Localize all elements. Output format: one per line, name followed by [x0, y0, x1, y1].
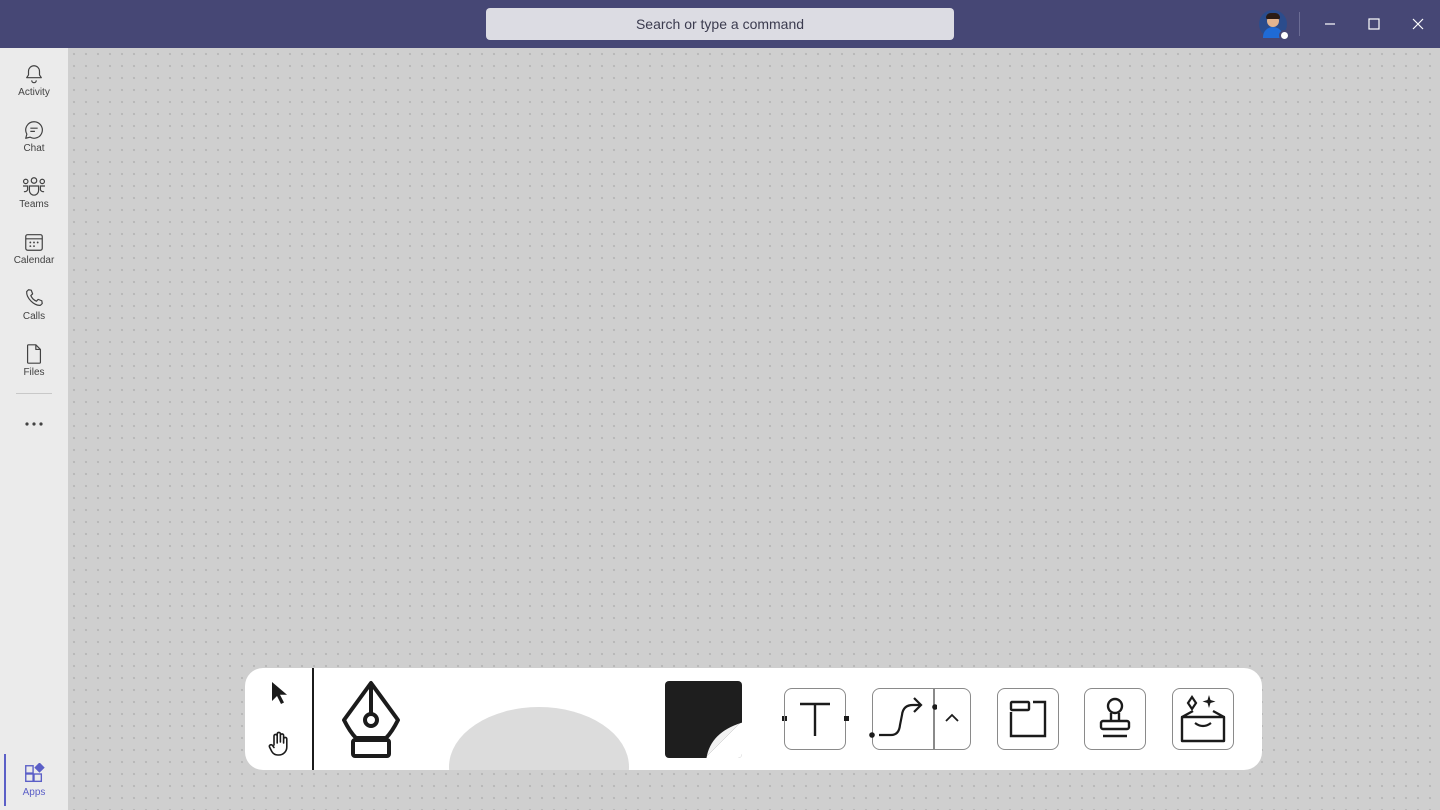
text-handle-right	[844, 716, 849, 721]
rail-item-label: Calendar	[13, 254, 55, 266]
close-icon	[1412, 18, 1424, 30]
minimize-icon	[1325, 23, 1335, 25]
rail-item-label: Files	[23, 366, 45, 378]
hand-icon	[268, 731, 288, 756]
rail-item-calls[interactable]: Calls	[0, 276, 68, 332]
connector-tool-button[interactable]	[869, 688, 971, 750]
app-rail: Activity Chat Teams Calendar Calls Files…	[0, 48, 68, 810]
title-bar: Search or type a command	[0, 0, 1440, 48]
sticky-note-icon	[703, 719, 742, 758]
rail-item-chat[interactable]: Chat	[0, 108, 68, 164]
titlebar-divider	[1299, 12, 1300, 36]
rail-item-teams[interactable]: Teams	[0, 164, 68, 220]
rail-item-label: Chat	[23, 142, 45, 154]
toolbar-divider	[312, 668, 314, 770]
maximize-button[interactable]	[1352, 8, 1396, 40]
sparkle-box-icon	[1180, 695, 1226, 743]
rail-item-label: Apps	[22, 786, 46, 798]
file-icon	[26, 343, 42, 364]
search-placeholder: Search or type a command	[635, 16, 805, 32]
select-tool-button[interactable]	[267, 678, 293, 708]
rail-item-files[interactable]: Files	[0, 332, 68, 388]
whiteboard-toolbar	[245, 668, 1262, 770]
pan-tool-button[interactable]	[265, 728, 293, 760]
shape-tool-button[interactable]	[449, 707, 629, 770]
minimize-button[interactable]	[1308, 8, 1352, 40]
stamp-tool-button[interactable]	[1084, 688, 1146, 750]
rail-item-apps[interactable]: Apps	[0, 754, 68, 806]
rail-item-calendar[interactable]: Calendar	[0, 220, 68, 276]
rail-item-label: Activity	[18, 86, 50, 98]
more-apps-button[interactable]	[0, 414, 68, 434]
apps-icon	[25, 762, 45, 782]
connector-icon	[869, 697, 937, 738]
teams-icon	[22, 176, 46, 196]
sticky-note-button[interactable]	[665, 681, 742, 758]
text-icon	[800, 702, 830, 736]
stamp-icon	[1099, 697, 1131, 738]
maximize-icon	[1368, 18, 1380, 30]
avatar[interactable]	[1259, 10, 1290, 41]
presence-status-icon	[1279, 30, 1290, 41]
templates-tool-button[interactable]	[1172, 688, 1234, 750]
rail-item-label: Calls	[22, 310, 46, 322]
text-tool-button[interactable]	[784, 688, 846, 750]
rail-item-activity[interactable]: Activity	[0, 52, 68, 108]
close-button[interactable]	[1396, 8, 1440, 40]
pen-tool-button[interactable]	[339, 680, 403, 760]
pointer-icon	[272, 682, 287, 704]
frame-icon	[1009, 700, 1047, 738]
rail-item-label: Teams	[19, 198, 49, 210]
search-box[interactable]: Search or type a command	[486, 8, 954, 40]
calendar-icon	[25, 233, 43, 251]
more-icon	[25, 422, 43, 426]
active-indicator	[4, 754, 6, 806]
chevron-up-icon[interactable]	[943, 711, 961, 725]
bell-icon	[26, 64, 42, 83]
frame-tool-button[interactable]	[997, 688, 1059, 750]
pen-nib-icon	[342, 681, 400, 758]
phone-icon	[26, 288, 43, 306]
chat-icon	[25, 120, 43, 139]
rail-divider	[16, 393, 52, 394]
